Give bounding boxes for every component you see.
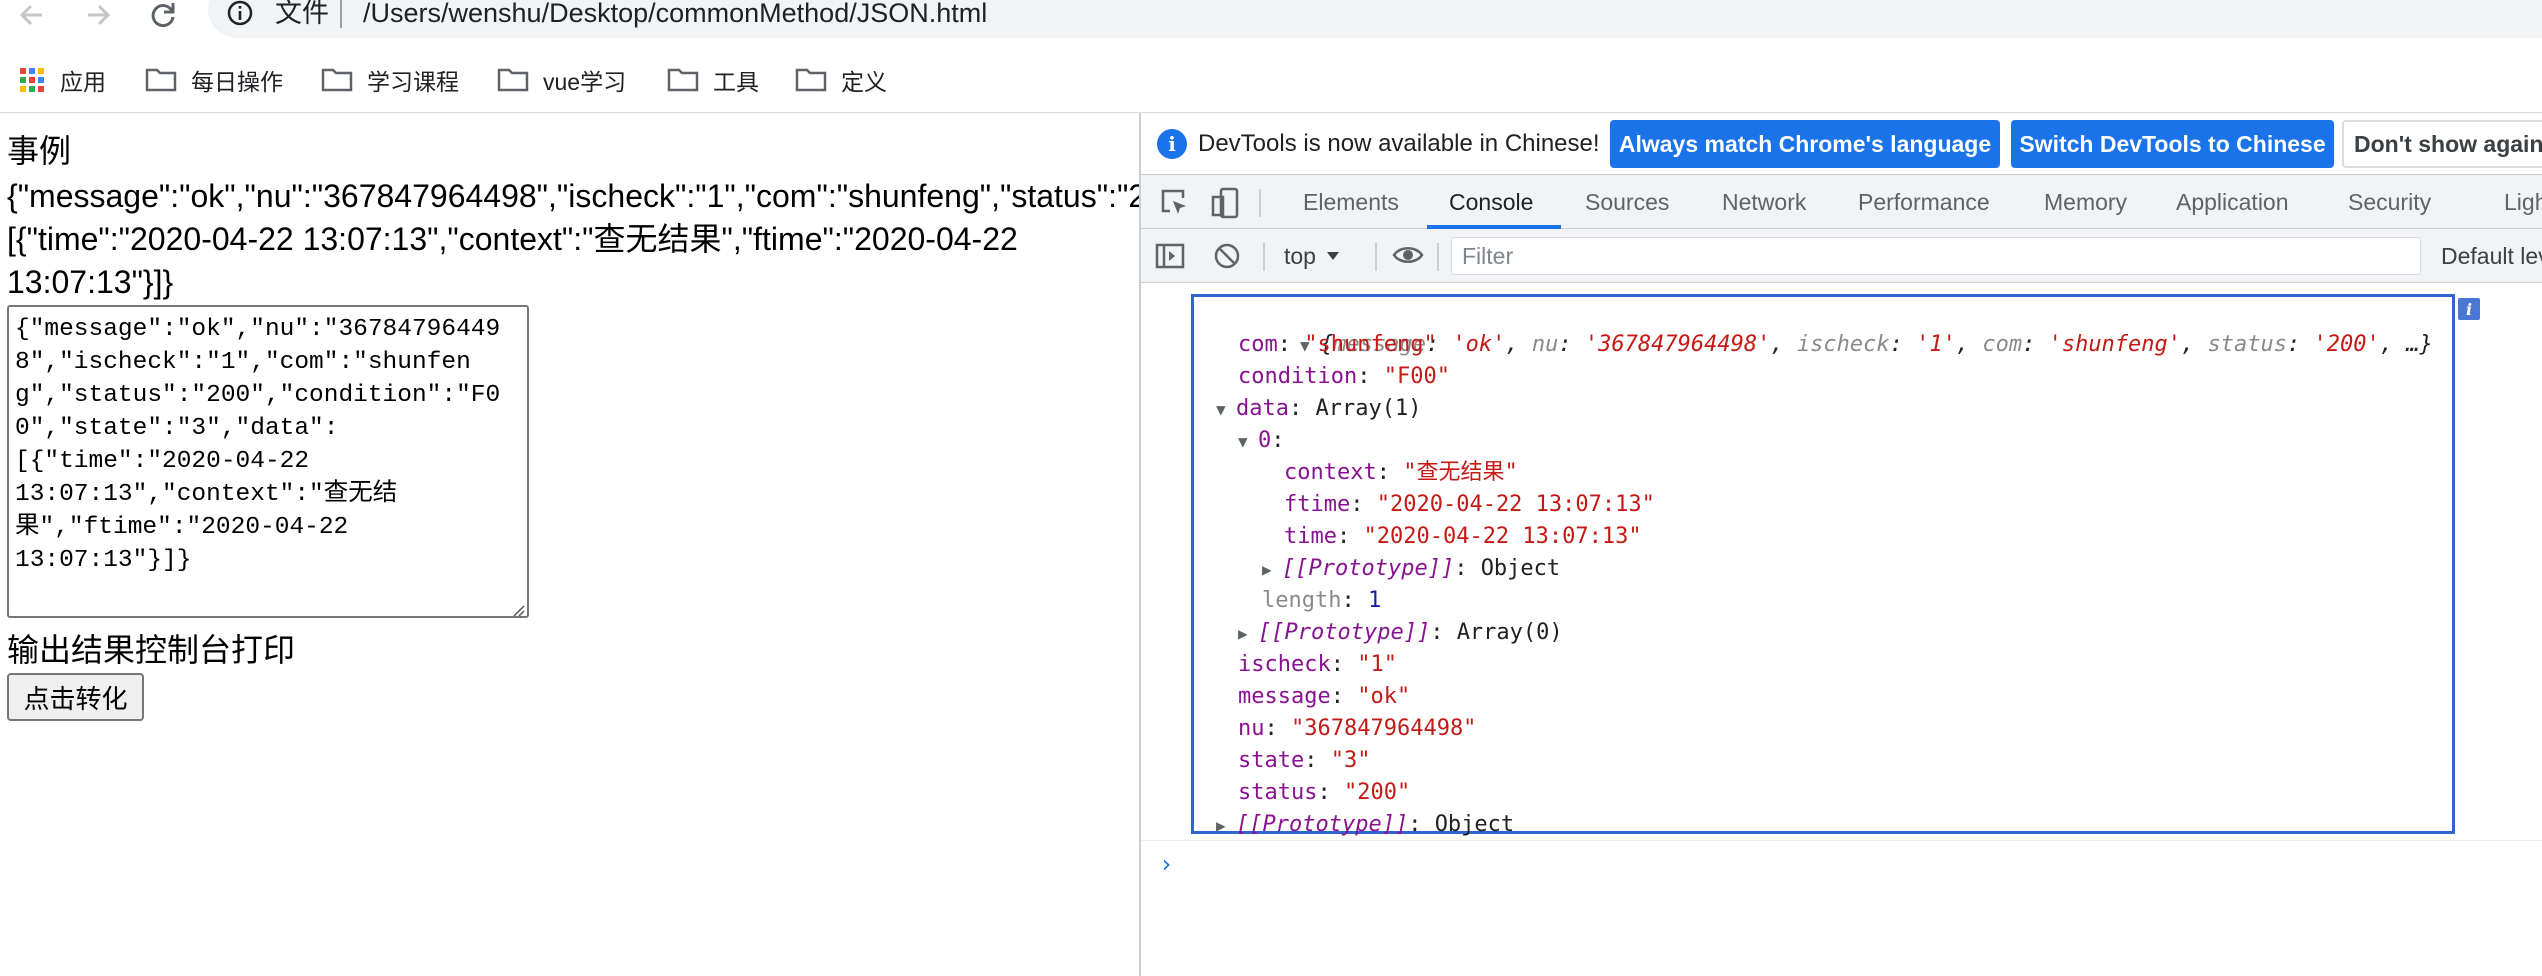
bookmark-folder-vue[interactable]: vue学习 xyxy=(497,60,626,100)
page-content: 事例 {"message":"ok","nu":"367847964498","… xyxy=(0,113,1139,976)
live-expression-eye-icon[interactable] xyxy=(1392,244,1424,266)
prop-row-expandable[interactable]: ▼ 0: xyxy=(1238,425,1285,457)
tab-console[interactable]: Console xyxy=(1449,175,1533,229)
tab-memory[interactable]: Memory xyxy=(2044,175,2127,229)
resize-grip-icon[interactable] xyxy=(511,603,525,617)
clear-console-icon[interactable] xyxy=(1213,242,1241,270)
logged-object[interactable]: ▼ {message: 'ok', nu: '367847964498', isc… xyxy=(1191,294,2480,837)
folder-icon xyxy=(145,68,177,92)
prop-row: context: "查无结果" xyxy=(1284,460,1518,485)
context-selector[interactable]: top xyxy=(1284,229,1340,283)
prop-row-expandable[interactable]: ▶ [[Prototype]]: Object xyxy=(1216,809,1514,841)
reload-button[interactable] xyxy=(143,0,183,30)
output-label: 输出结果控制台打印 xyxy=(7,632,296,668)
info-icon: i xyxy=(1157,129,1187,159)
bookmark-folder-definitions[interactable]: 定义 xyxy=(795,60,887,100)
page-title: 事例 xyxy=(7,133,72,169)
object-summary-row[interactable]: ▼ {message: 'ok', nu: '367847964498', isc… xyxy=(1194,297,2433,357)
bookmark-label: 工具 xyxy=(713,69,759,95)
tab-lighthouse[interactable]: Lighthouse xyxy=(2504,175,2542,229)
tab-security[interactable]: Security xyxy=(2348,175,2431,229)
devtools-tabbar: Elements Console Sources Network Perform… xyxy=(1141,175,2542,229)
convert-button[interactable]: 点击转化 xyxy=(7,673,144,721)
devtools-panel: i DevTools is now available in Chinese! … xyxy=(1139,113,2542,976)
folder-icon xyxy=(795,68,827,92)
switch-to-chinese-button[interactable]: Switch DevTools to Chinese xyxy=(2011,120,2334,168)
console-filter-input[interactable]: Filter xyxy=(1451,237,2421,275)
log-levels-dropdown[interactable]: Default levels xyxy=(2441,229,2542,283)
prop-row: ischeck: "1" xyxy=(1238,652,1397,677)
back-arrow-icon xyxy=(19,4,42,26)
expanded-triangle-icon: ▼ xyxy=(1238,432,1248,451)
bookmark-label: 定义 xyxy=(841,69,887,95)
json-textarea[interactable]: {"message":"ok","nu":"367847964498","isc… xyxy=(7,305,529,618)
forward-button[interactable] xyxy=(78,0,118,30)
console-toolbar: top Filter Default levels xyxy=(1141,229,2542,283)
bookmark-apps[interactable]: 应用 xyxy=(18,60,106,100)
tab-performance[interactable]: Performance xyxy=(1858,175,1990,229)
bookmark-folder-courses[interactable]: 学习课程 xyxy=(321,60,459,100)
console-prompt[interactable]: › xyxy=(1159,850,1173,878)
inspect-element-icon[interactable] xyxy=(1159,187,1189,217)
bookmark-label: 学习课程 xyxy=(367,69,459,95)
bookmark-label: vue学习 xyxy=(543,69,627,95)
language-infobar: i DevTools is now available in Chinese! … xyxy=(1141,113,2542,175)
collapsed-triangle-icon: ▶ xyxy=(1238,624,1248,643)
toolbar-separator xyxy=(1437,243,1439,271)
prop-row: length: 1 xyxy=(1262,588,1382,613)
prop-row: status: "200" xyxy=(1238,780,1411,805)
folder-icon xyxy=(667,68,699,92)
prop-row: ftime: "2020-04-22 13:07:13" xyxy=(1284,492,1655,517)
prop-row: condition: "F00" xyxy=(1238,364,1450,389)
info-badge-icon[interactable]: i xyxy=(2458,298,2480,320)
prop-row: com: "shunfeng" xyxy=(1238,332,1437,357)
device-toolbar-icon[interactable] xyxy=(1211,187,1241,219)
always-match-language-button[interactable]: Always match Chrome's language xyxy=(1610,120,2000,168)
address-separator xyxy=(340,0,342,28)
prop-row-expandable[interactable]: ▼ data: Array(1) xyxy=(1216,393,1421,425)
json-output-text: {"message":"ok","nu":"367847964498","isc… xyxy=(7,178,1139,300)
tab-sources[interactable]: Sources xyxy=(1585,175,1669,229)
tab-elements[interactable]: Elements xyxy=(1303,175,1399,229)
context-value: top xyxy=(1284,242,1316,269)
prop-row: nu: "367847964498" xyxy=(1238,716,1477,741)
bookmark-folder-tools[interactable]: 工具 xyxy=(667,60,759,100)
site-info-label: 文件 xyxy=(275,0,329,28)
infobar-message: DevTools is now available in Chinese! xyxy=(1198,130,1600,157)
site-info-button[interactable] xyxy=(226,0,256,28)
sidebar-toggle-icon[interactable] xyxy=(1155,243,1185,269)
collapsed-triangle-icon: ▶ xyxy=(1216,816,1226,835)
toolbar-separator xyxy=(1259,189,1261,217)
toolbar-separator xyxy=(1375,243,1377,271)
browser-chrome: 文件 /Users/wenshu/Desktop/commonMethod/JS… xyxy=(0,0,2542,113)
folder-icon xyxy=(497,68,529,92)
console-output: ▼ {message: 'ok', nu: '367847964498', isc… xyxy=(1141,284,2542,976)
forward-arrow-icon xyxy=(88,4,111,26)
back-button[interactable] xyxy=(12,0,52,30)
expanded-triangle-icon: ▼ xyxy=(1216,400,1226,419)
tab-application[interactable]: Application xyxy=(2176,175,2289,229)
tab-network[interactable]: Network xyxy=(1722,175,1806,229)
toolbar-separator xyxy=(1263,243,1265,271)
prop-row: state: "3" xyxy=(1238,748,1371,773)
collapsed-triangle-icon: ▶ xyxy=(1262,560,1272,579)
prop-row-expandable[interactable]: ▶ [[Prototype]]: Array(0) xyxy=(1238,617,1563,649)
reload-icon xyxy=(151,3,175,27)
prop-row-expandable[interactable]: ▶ [[Prototype]]: Object xyxy=(1262,553,1560,585)
folder-icon xyxy=(321,68,353,92)
apps-grid-icon xyxy=(20,68,44,92)
prop-row: message: "ok" xyxy=(1238,684,1411,709)
url-text[interactable]: /Users/wenshu/Desktop/commonMethod/JSON.… xyxy=(363,0,987,30)
prop-row: time: "2020-04-22 13:07:13" xyxy=(1284,524,1642,549)
bookmark-label: 应用 xyxy=(60,69,106,95)
bookmark-label: 每日操作 xyxy=(191,69,283,95)
info-circle-icon xyxy=(227,0,253,26)
dont-show-again-button[interactable]: Don't show again xyxy=(2342,120,2542,168)
bookmark-folder-daily[interactable]: 每日操作 xyxy=(145,60,283,100)
console-divider xyxy=(1141,840,2542,841)
dropdown-arrow-icon xyxy=(1326,252,1339,260)
